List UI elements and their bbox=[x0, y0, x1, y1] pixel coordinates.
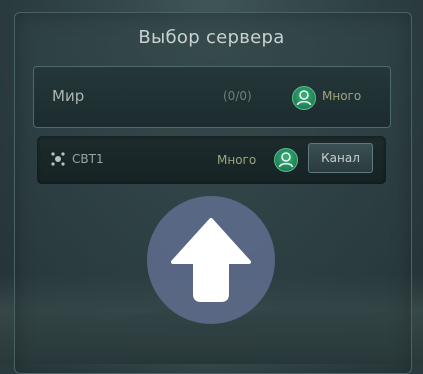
world-population: Много bbox=[322, 89, 362, 103]
population-person-icon bbox=[274, 148, 298, 172]
channel-button[interactable]: Канал bbox=[308, 143, 373, 173]
arrow-up-icon bbox=[171, 218, 251, 302]
channel-row[interactable]: СВТ1 Много Канал bbox=[37, 136, 386, 184]
world-row[interactable]: Мир (0/0) Много bbox=[33, 66, 391, 128]
channel-population: Много bbox=[217, 153, 257, 167]
scroll-up-button[interactable] bbox=[147, 196, 275, 324]
panel-title: Выбор сервера bbox=[138, 27, 285, 48]
channel-status-icon bbox=[50, 151, 66, 167]
channel-name: СВТ1 bbox=[72, 152, 104, 166]
world-player-count: (0/0) bbox=[223, 89, 252, 103]
world-name: Мир bbox=[52, 87, 85, 105]
population-person-icon bbox=[292, 86, 316, 110]
